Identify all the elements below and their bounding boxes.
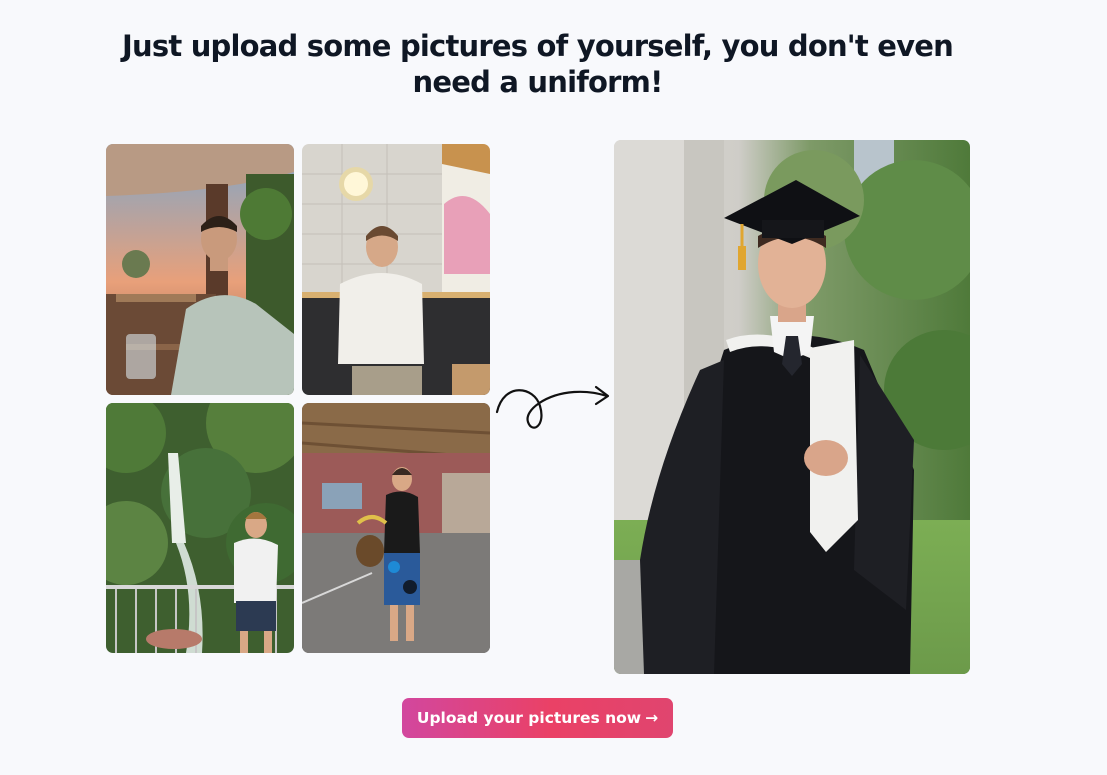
- upload-pictures-button[interactable]: Upload your pictures now →: [402, 698, 673, 738]
- upload-pictures-section: Just upload some pictures of yourself, y…: [0, 0, 1107, 775]
- input-photo-restaurant: [106, 144, 294, 395]
- input-photo-waterfall: [106, 403, 294, 653]
- arrow-right-icon: →: [645, 709, 659, 727]
- section-headline: Just upload some pictures of yourself, y…: [122, 29, 954, 99]
- curly-arrow-icon: [495, 385, 610, 429]
- input-photo-market: [302, 403, 490, 653]
- result-photo-graduation: [614, 140, 970, 674]
- input-photo-cafe: [302, 144, 490, 395]
- upload-pictures-button-label: Upload your pictures now: [416, 709, 642, 727]
